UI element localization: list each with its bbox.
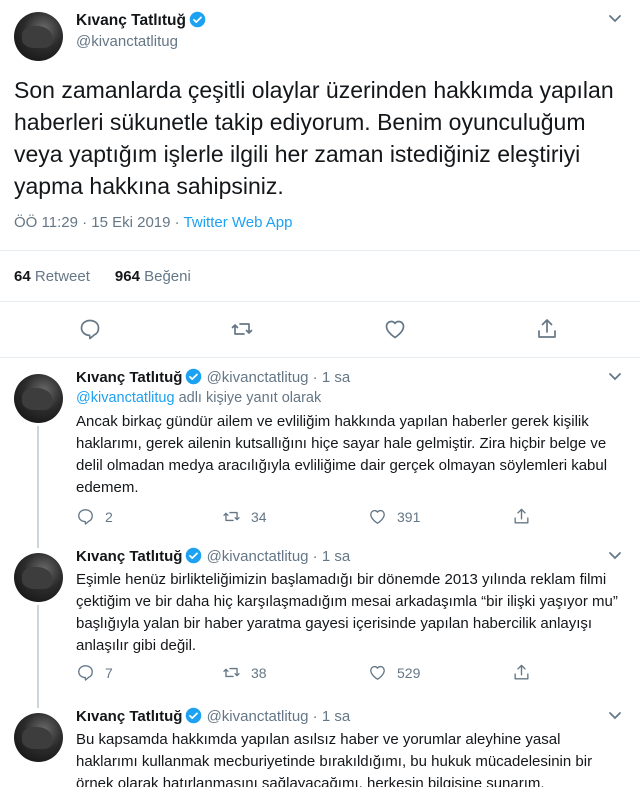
- retweet-icon: [223, 511, 240, 522]
- reply-icon: [78, 509, 93, 525]
- like-button[interactable]: 529: [368, 663, 420, 682]
- chevron-down-icon[interactable]: [608, 14, 622, 24]
- author-name-row: Kıvanç Tatlıtuğ: [76, 11, 206, 30]
- thread-line: [37, 605, 39, 698]
- like-icon: [370, 665, 385, 680]
- reply-header: Kıvanç Tatlıtuğ @kivanctatlitug · 1 sa: [76, 547, 350, 565]
- thread-line: [37, 426, 39, 538]
- author-handle[interactable]: @kivanctatlitug · 1 sa: [207, 369, 351, 386]
- author-name[interactable]: Kıvanç Tatlıtuğ: [76, 369, 182, 386]
- like-count: 391: [397, 508, 421, 525]
- avatar[interactable]: [14, 374, 63, 423]
- verified-badge-icon: [189, 11, 206, 28]
- reply-icon: [78, 665, 93, 681]
- verified-badge-icon: [186, 547, 202, 564]
- share-icon: [514, 664, 529, 680]
- tweet-actions: 2 34 391: [76, 507, 576, 527]
- chevron-down-icon[interactable]: [608, 551, 622, 561]
- share-button[interactable]: [512, 507, 541, 526]
- chevron-down-icon[interactable]: [608, 711, 622, 721]
- reply-button[interactable]: 2: [76, 507, 113, 526]
- reply-icon[interactable]: [78, 317, 102, 341]
- retweet-icon[interactable]: [230, 317, 254, 341]
- verified-badge-icon: [186, 368, 202, 385]
- replying-to-mention[interactable]: @kivanctatlitug: [76, 390, 175, 406]
- avatar[interactable]: [14, 12, 63, 61]
- like-icon: [370, 509, 385, 524]
- reply-count: 7: [105, 664, 113, 681]
- author-name[interactable]: Kıvanç Tatlıtuğ: [76, 548, 182, 565]
- tweet-text: Eşimle henüz birlikteliğimizin başlamadı…: [76, 571, 618, 654]
- reply-button[interactable]: 7: [76, 663, 113, 682]
- verified-badge-icon: [186, 707, 202, 724]
- tweet-stats: 64 Retweet 964 Beğeni: [14, 268, 191, 285]
- author-handle[interactable]: @kivanctatlitug: [76, 33, 178, 50]
- replying-to: @kivanctatlitug adlı kişiye yanıt olarak: [76, 390, 322, 406]
- reply-header: Kıvanç Tatlıtuğ @kivanctatlitug · 1 sa: [76, 707, 350, 725]
- avatar[interactable]: [14, 713, 63, 762]
- retweet-button[interactable]: 34: [222, 507, 267, 526]
- author-handle[interactable]: @kivanctatlitug · 1 sa: [207, 708, 351, 725]
- reply-tweet[interactable]: Kıvanç Tatlıtuğ @kivanctatlitug · 1 sa B…: [0, 698, 640, 787]
- divider: [0, 357, 640, 358]
- retweet-count: 34: [251, 508, 267, 525]
- avatar[interactable]: [14, 553, 63, 602]
- tweet-text: Son zamanlarda çeşitli olaylar üzerinden…: [14, 77, 614, 199]
- tweet-text: Ancak birkaç gündür ailem ve evliliğim h…: [76, 413, 608, 496]
- like-stat[interactable]: 964 Beğeni: [115, 268, 191, 285]
- retweet-button[interactable]: 38: [222, 663, 267, 682]
- divider: [0, 301, 640, 302]
- tweet-source-app[interactable]: Twitter Web App: [184, 214, 293, 231]
- like-button[interactable]: 391: [368, 507, 420, 526]
- share-icon[interactable]: [535, 317, 559, 341]
- tweet-timestamp[interactable]: ÖÖ 11:29 · 15 Eki 2019 ·: [14, 214, 184, 231]
- reply-header: Kıvanç Tatlıtuğ @kivanctatlitug · 1 sa: [76, 368, 350, 386]
- share-icon: [514, 508, 529, 524]
- reply-tweet[interactable]: Kıvanç Tatlıtuğ @kivanctatlitug · 1 sa @…: [0, 364, 640, 538]
- retweet-icon: [223, 667, 240, 678]
- author-name[interactable]: Kıvanç Tatlıtuğ: [76, 708, 182, 725]
- divider: [0, 250, 640, 251]
- like-icon[interactable]: [383, 317, 407, 341]
- tweet-actions: 7 38 529: [76, 663, 576, 683]
- tweet-text: Bu kapsamda hakkımda yapılan asılsız hab…: [76, 731, 593, 787]
- reply-tweet[interactable]: Kıvanç Tatlıtuğ @kivanctatlitug · 1 sa E…: [0, 538, 640, 698]
- thread-line: [37, 698, 39, 708]
- reply-count: 2: [105, 508, 113, 525]
- retweet-stat[interactable]: 64 Retweet: [14, 268, 90, 285]
- retweet-count: 38: [251, 664, 267, 681]
- author-handle[interactable]: @kivanctatlitug · 1 sa: [207, 548, 351, 565]
- author-name[interactable]: Kıvanç Tatlıtuğ: [76, 12, 186, 29]
- share-button[interactable]: [512, 663, 541, 682]
- tweet-meta: ÖÖ 11:29 · 15 Eki 2019 · Twitter Web App: [14, 214, 293, 231]
- like-count: 529: [397, 664, 421, 681]
- chevron-down-icon[interactable]: [608, 372, 622, 382]
- thread-line: [37, 538, 39, 548]
